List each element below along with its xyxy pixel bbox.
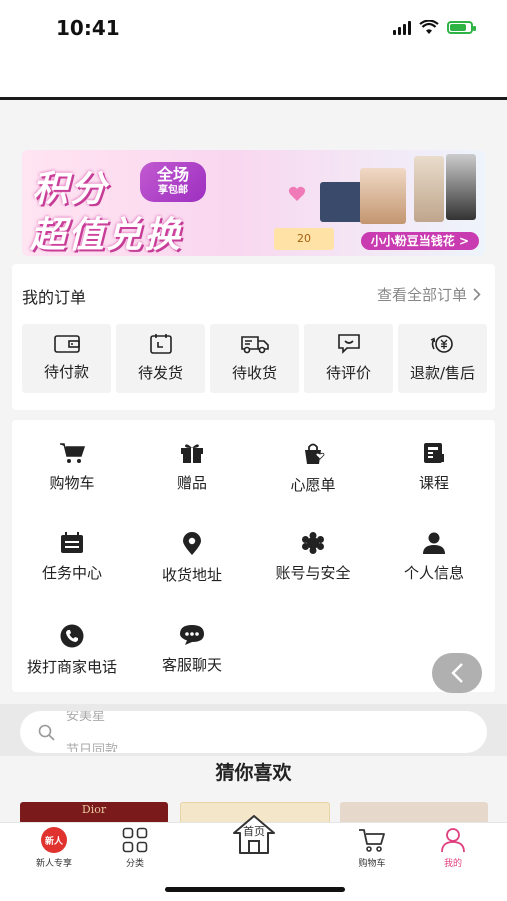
service-gift[interactable]: 赠品: [132, 442, 252, 493]
phone-icon: [60, 624, 84, 648]
order-pending-receipt[interactable]: 待收货: [210, 324, 299, 393]
service-label: 客服聊天: [161, 656, 222, 674]
banner-product-serum: [446, 154, 476, 220]
banner-tag-line2: 享包邮: [158, 185, 188, 196]
heart-icon: [288, 186, 306, 201]
newcomer-badge-text: 新人: [44, 836, 63, 847]
orders-title: 我的订单: [22, 288, 87, 307]
service-address[interactable]: 收货地址: [132, 532, 252, 585]
chevron-right-icon: [473, 288, 481, 301]
security-icon: [302, 532, 324, 554]
newcomer-badge-icon: 新人: [41, 827, 67, 853]
tab-home-label: 首页: [243, 825, 265, 838]
banner-free-shipping-tag: 全场 享包邮: [140, 162, 206, 202]
calendar-icon: [149, 334, 172, 354]
tab-home[interactable]: 首页: [218, 813, 290, 857]
banner-tag-line1: 全场: [156, 165, 189, 184]
service-label: 课程: [418, 474, 449, 492]
battery-icon: [447, 21, 476, 34]
service-label: 拨打商家电话: [26, 658, 117, 676]
gift-icon: [181, 444, 203, 463]
tab-label: 我的: [443, 859, 462, 869]
view-all-orders-label: 查看全部订单: [376, 286, 467, 304]
service-label: 心愿单: [290, 476, 336, 494]
comment-icon: [337, 334, 360, 354]
order-item-label: 退款/售后: [409, 364, 476, 382]
service-customer-chat[interactable]: 客服聊天: [132, 624, 252, 675]
banner-coupon-value: 20: [297, 232, 311, 245]
points-banner[interactable]: 积分 超值兑换 全场 享包邮 20 小小粉豆当钱花 >: [22, 150, 485, 256]
search-input[interactable]: 安美星 节日同款: [20, 711, 487, 753]
grid-icon: [122, 827, 148, 853]
service-label: 赠品: [176, 474, 207, 492]
home-indicator: [165, 887, 345, 892]
service-label: 收货地址: [161, 566, 222, 584]
service-label: 任务中心: [41, 564, 102, 582]
tab-cart[interactable]: 购物车: [332, 827, 412, 869]
service-label: 个人信息: [403, 564, 464, 582]
tab-label: 购物车: [358, 859, 386, 869]
service-cart[interactable]: 购物车: [12, 442, 132, 493]
signal-icon: [393, 20, 411, 35]
task-icon: [61, 532, 83, 553]
tab-label: 新人专享: [35, 859, 72, 869]
tab-mine[interactable]: 我的: [413, 827, 493, 869]
person-icon: [441, 828, 465, 853]
service-account-security[interactable]: 账号与安全: [253, 532, 373, 583]
order-pending-payment[interactable]: 待付款: [22, 324, 111, 393]
banner-product-box: [320, 182, 364, 222]
bottom-tab-bar: 新人 新人专享 分类 首页 购物车 我的: [0, 815, 507, 901]
banner-product-bottle: [414, 156, 444, 222]
tab-newcomer[interactable]: 新人 新人专享: [14, 827, 94, 869]
order-pending-shipment[interactable]: 待发货: [116, 324, 205, 393]
cart-icon: [60, 443, 85, 463]
service-label: 账号与安全: [275, 564, 351, 582]
my-orders-card: 我的订单 查看全部订单 待付款 待发货 待收货 待评价 退款/售后: [12, 264, 495, 410]
wishlist-icon: [305, 443, 325, 464]
cart-icon: [359, 829, 385, 852]
banner-cta-pill[interactable]: 小小粉豆当钱花 >: [360, 232, 479, 250]
order-item-label: 待发货: [137, 364, 183, 382]
banner-product-jar: [360, 168, 406, 224]
order-item-label: 待评价: [325, 364, 371, 382]
view-all-orders-link[interactable]: 查看全部订单: [377, 284, 481, 305]
search-icon: [38, 724, 55, 741]
service-label: 购物车: [49, 474, 95, 492]
recommend-title: 猜你喜欢: [215, 762, 292, 784]
order-refund-aftersale[interactable]: 退款/售后: [398, 324, 487, 393]
product-card[interactable]: Dior: [20, 802, 168, 824]
status-icons: [393, 20, 476, 35]
banner-title-line2: 超值兑换: [30, 215, 183, 256]
chevron-left-icon: [451, 663, 463, 683]
refund-icon: [430, 335, 453, 353]
service-personal-info[interactable]: 个人信息: [374, 532, 494, 583]
tab-label: 分类: [125, 859, 144, 869]
banner-title-line1: 积分: [32, 169, 109, 210]
service-wishlist[interactable]: 心愿单: [253, 442, 373, 495]
person-icon: [423, 532, 445, 554]
order-item-label: 待收货: [231, 364, 277, 382]
tab-category[interactable]: 分类: [95, 827, 175, 869]
back-button[interactable]: [432, 653, 482, 693]
location-icon: [183, 532, 201, 555]
truck-icon: [240, 336, 269, 354]
order-pending-review[interactable]: 待评价: [304, 324, 393, 393]
product-card[interactable]: [340, 802, 488, 824]
banner-coupon: 20: [274, 228, 334, 250]
product-brand: Dior: [81, 803, 107, 816]
wifi-icon: [419, 20, 439, 34]
course-icon: [424, 443, 444, 463]
wallet-icon: [53, 335, 80, 353]
status-bar: 10:41: [0, 0, 507, 100]
service-course[interactable]: 课程: [374, 442, 494, 493]
order-item-label: 待付款: [43, 363, 89, 381]
services-card: 购物车 赠品 心愿单 课程 任务中心 收货地址 账号与安全 个人信息 拨打商家电…: [12, 420, 495, 692]
status-time: 10:41: [56, 16, 120, 40]
chat-icon: [180, 625, 204, 645]
service-call-merchant[interactable]: 拨打商家电话: [12, 624, 132, 677]
service-task-center[interactable]: 任务中心: [12, 532, 132, 583]
